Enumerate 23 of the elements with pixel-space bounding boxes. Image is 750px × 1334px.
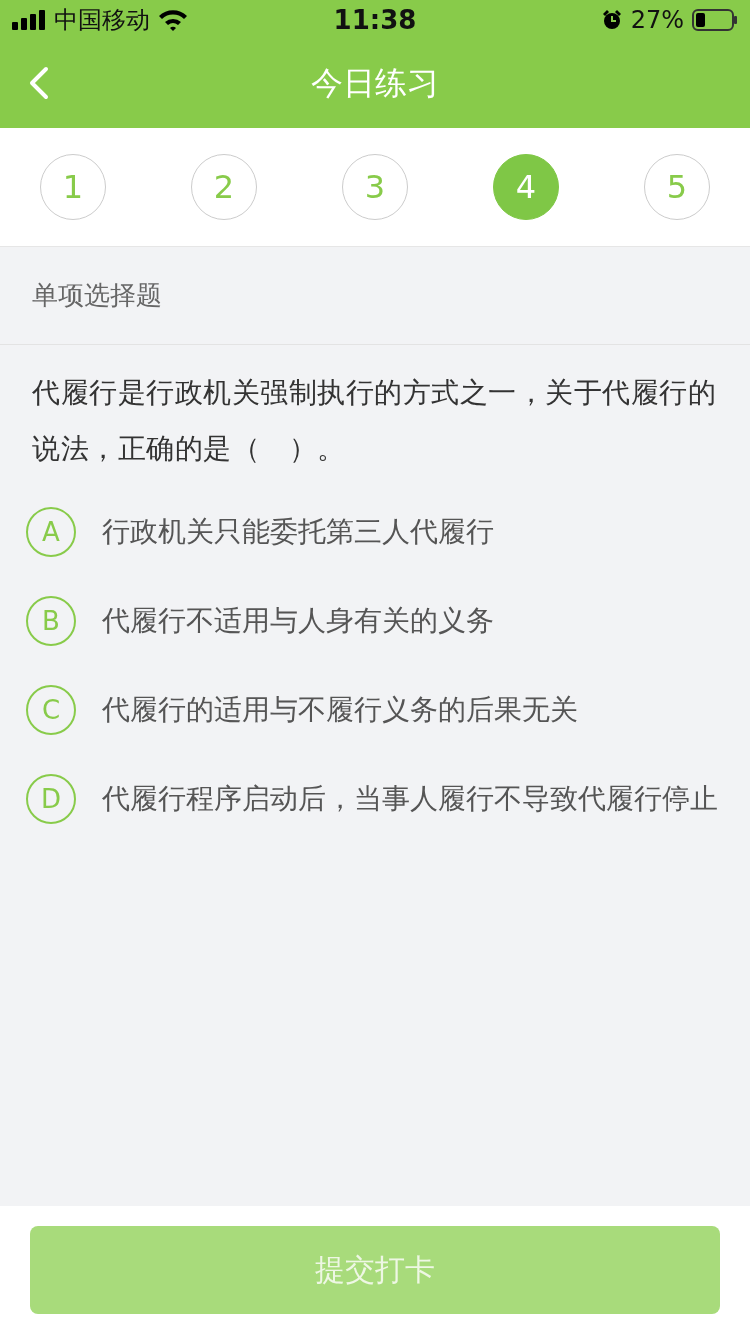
wifi-icon <box>158 9 188 31</box>
question-type: 单项选择题 <box>32 279 162 312</box>
option-text[interactable]: 代履行的适用与不履行义务的后果无关 <box>102 684 578 736</box>
option-letter[interactable]: B <box>26 596 76 646</box>
carrier-name: 中国移动 <box>54 5 150 36</box>
option-text[interactable]: 代履行不适用与人身有关的义务 <box>102 595 494 647</box>
battery-percent: 27% <box>630 6 684 34</box>
question-number-tab[interactable]: 4 <box>493 154 559 220</box>
option-text[interactable]: 行政机关只能委托第三人代履行 <box>102 506 494 558</box>
back-icon[interactable] <box>28 66 50 100</box>
option-letter[interactable]: D <box>26 774 76 824</box>
signal-icon <box>12 10 46 30</box>
option-text[interactable]: 代履行程序启动后，当事人履行不导致代履行停止 <box>102 773 718 825</box>
question-number-tab[interactable]: 2 <box>191 154 257 220</box>
question-number-tab[interactable]: 3 <box>342 154 408 220</box>
question-number-tab[interactable]: 1 <box>40 154 106 220</box>
question-number-tab[interactable]: 5 <box>644 154 710 220</box>
question-text: 代履行是行政机关强制执行的方式之一，关于代履行的说法，正确的是（ ）。 <box>32 375 717 467</box>
battery-icon <box>692 9 738 31</box>
option-letter[interactable]: C <box>26 685 76 735</box>
option-letter[interactable]: A <box>26 507 76 557</box>
page-title: 今日练习 <box>311 63 439 104</box>
status-time: 11:38 <box>333 5 417 35</box>
